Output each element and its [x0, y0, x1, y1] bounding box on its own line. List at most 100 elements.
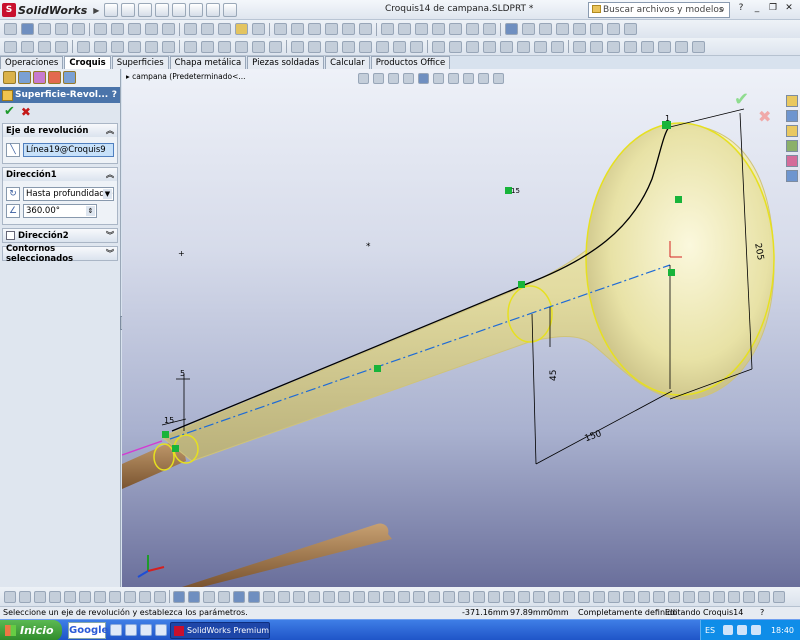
feature-icon-2[interactable]: [291, 23, 304, 35]
close-icon[interactable]: ✕: [782, 3, 796, 13]
bottom-tool-33[interactable]: [488, 590, 500, 603]
bottom-tool-24[interactable]: [353, 590, 365, 603]
bottom-tool-4[interactable]: [49, 590, 61, 603]
apply-scene-icon[interactable]: [478, 73, 489, 84]
tab-superficies[interactable]: Superficies: [111, 56, 169, 69]
tray-icon[interactable]: [751, 625, 761, 635]
property-manager-icon[interactable]: [18, 71, 31, 84]
tool-icon-1[interactable]: [505, 23, 518, 35]
tab-piezas-soldadas[interactable]: Piezas soldadas: [247, 56, 325, 69]
sketch-tool-21[interactable]: [359, 40, 372, 53]
sketch-icon[interactable]: [4, 23, 17, 35]
bottom-tool-17[interactable]: [248, 590, 260, 603]
bottom-tool-42[interactable]: [623, 590, 635, 603]
bottom-tool-48[interactable]: [713, 590, 725, 603]
direction1-group-header[interactable]: Dirección1 ︽: [3, 168, 117, 181]
options-icon[interactable]: [223, 3, 237, 17]
tab-croquis[interactable]: Croquis: [64, 56, 111, 69]
bottom-tool-37[interactable]: [548, 590, 560, 603]
configuration-icon[interactable]: [33, 71, 46, 84]
sketch-tool-3[interactable]: [38, 40, 51, 53]
help-icon[interactable]: ?: [734, 3, 748, 13]
bottom-tool-15[interactable]: [218, 590, 230, 603]
spin-icon[interactable]: ⇕: [86, 206, 95, 216]
zoom-area-icon[interactable]: [373, 73, 384, 84]
section-view-icon[interactable]: [403, 73, 414, 84]
chevron-down-icon[interactable]: ︾: [106, 248, 114, 259]
tool-icon-8[interactable]: [624, 23, 637, 35]
bottom-tool-30[interactable]: [443, 590, 455, 603]
menu-arrow-icon[interactable]: ▶: [93, 6, 99, 15]
sketch-tool-32[interactable]: [551, 40, 564, 53]
help-button[interactable]: ?: [112, 90, 117, 100]
sketch-tool-18[interactable]: [308, 40, 321, 53]
feature-tree-item[interactable]: campana (Predeterminado<...: [132, 72, 245, 81]
rectangle-icon[interactable]: [55, 23, 68, 35]
start-button[interactable]: Inicio: [0, 620, 62, 640]
dimension-label-15[interactable]: 15: [164, 416, 174, 425]
bottom-tool-38[interactable]: [563, 590, 575, 603]
tool-icon-6[interactable]: [590, 23, 603, 35]
end-condition-select[interactable]: Hasta profundidad especificada ▼: [23, 187, 114, 201]
google-toolbar[interactable]: Google: [68, 622, 108, 639]
dimension-label-45[interactable]: 45: [549, 370, 559, 381]
direction2-group-header[interactable]: Dirección2 ︾: [3, 229, 117, 242]
new-icon[interactable]: [104, 3, 118, 17]
chevron-up-icon[interactable]: ︽: [106, 169, 114, 180]
minimize-icon[interactable]: _: [750, 3, 764, 13]
bottom-tool-45[interactable]: [668, 590, 680, 603]
sketch-tool-11[interactable]: [184, 40, 197, 53]
display-style-icon[interactable]: [433, 73, 444, 84]
relation-marker[interactable]: [675, 196, 682, 203]
bottom-tool-40[interactable]: [593, 590, 605, 603]
tray-icon[interactable]: [737, 625, 747, 635]
bottom-tool-2[interactable]: [19, 590, 31, 603]
sketch-tool-35[interactable]: [607, 40, 620, 53]
display-manager-icon[interactable]: [63, 71, 76, 84]
zoom-fit-icon[interactable]: [358, 73, 369, 84]
feature-icon-1[interactable]: [274, 23, 287, 35]
mirror-icon[interactable]: [201, 23, 214, 35]
reverse-direction-icon[interactable]: ↻: [6, 187, 20, 201]
tab-chapa-metalica[interactable]: Chapa metálica: [169, 56, 247, 69]
sketch-tool-5[interactable]: [77, 40, 90, 53]
feature-icon-6[interactable]: [359, 23, 372, 35]
bottom-tool-29[interactable]: [428, 590, 440, 603]
file-explorer-icon[interactable]: [786, 125, 798, 137]
dimension-label-5[interactable]: 5: [180, 369, 185, 378]
bottom-tool-18[interactable]: [263, 590, 275, 603]
chevron-up-icon[interactable]: ︽: [106, 125, 114, 136]
contours-group-header[interactable]: Contornos seleccionados ︾: [3, 244, 117, 264]
bottom-tool-16[interactable]: [233, 590, 245, 603]
taskbar-solidworks-button[interactable]: SolidWorks Premium 2...: [170, 622, 270, 639]
bottom-tool-50[interactable]: [743, 590, 755, 603]
bottom-tool-43[interactable]: [638, 590, 650, 603]
relation-marker[interactable]: [162, 431, 169, 438]
bottom-tool-39[interactable]: [578, 590, 590, 603]
bottom-tool-19[interactable]: [278, 590, 290, 603]
desktop-icon[interactable]: [140, 624, 152, 636]
spline-icon[interactable]: [111, 23, 124, 35]
sketch-tool-27[interactable]: [466, 40, 479, 53]
sketch-tool-13[interactable]: [218, 40, 231, 53]
sketch-tool-14[interactable]: [235, 40, 248, 53]
pattern-icon[interactable]: [218, 23, 231, 35]
home-icon[interactable]: [786, 95, 798, 107]
sketch-tool-12[interactable]: [201, 40, 214, 53]
tab-productos-office[interactable]: Productos Office: [370, 56, 451, 69]
feature-icon-3[interactable]: [308, 23, 321, 35]
view-settings-icon[interactable]: [493, 73, 504, 84]
bottom-tool-5[interactable]: [64, 590, 76, 603]
relation-marker[interactable]: [374, 365, 381, 372]
open-icon[interactable]: [121, 3, 135, 17]
bottom-tool-11[interactable]: [154, 590, 166, 603]
search-icon[interactable]: ⌕: [719, 4, 725, 15]
bottom-tool-12[interactable]: [173, 590, 185, 603]
bottom-tool-41[interactable]: [608, 590, 620, 603]
sketch-tool-10[interactable]: [162, 40, 175, 53]
media-icon[interactable]: [125, 624, 137, 636]
tab-calcular[interactable]: Calcular: [325, 56, 370, 69]
bottom-tool-3[interactable]: [34, 590, 46, 603]
dimension-label-15-relation[interactable]: 15: [511, 187, 520, 195]
sketch-tool-30[interactable]: [517, 40, 530, 53]
